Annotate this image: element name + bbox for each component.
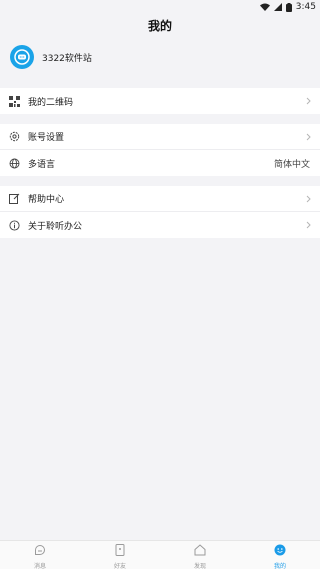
menu-group-help: 帮助中心 关于聆听办公 [0,186,320,238]
bottom-tab-bar: 消息 好友 发现 我的 [0,540,320,569]
menu-item-qrcode[interactable]: 我的二维码 [0,88,320,114]
tab-label: 好友 [113,562,126,569]
globe-icon [8,157,20,169]
info-icon [8,219,20,231]
friends-icon [114,541,126,560]
menu-item-label: 我的二维码 [28,97,74,108]
tab-friends[interactable]: 好友 [80,541,160,569]
tab-me[interactable]: 我的 [240,541,320,569]
status-bar: 3:45 [0,0,320,14]
menu-item-help-center[interactable]: 帮助中心 [0,186,320,212]
menu-group-qrcode: 我的二维码 [0,88,320,114]
tab-discover[interactable]: 发现 [160,541,240,569]
wifi-icon [259,3,270,11]
chevron-right-icon [304,195,312,203]
chevron-right-icon [304,133,312,141]
avatar [10,45,34,69]
qrcode-icon [8,95,20,107]
signal-icon [273,3,282,11]
gear-icon [8,131,20,143]
chevron-right-icon [304,97,312,105]
me-icon [274,541,286,560]
menu-item-language[interactable]: 多语言 简体中文 [0,150,320,176]
battery-icon [285,2,292,12]
page-title: 我的 [147,18,172,33]
tab-label: 发现 [193,562,206,569]
menu-item-label: 多语言 [28,159,56,170]
message-icon [34,541,46,560]
tab-messages[interactable]: 消息 [0,541,80,569]
edit-icon [8,193,20,205]
discover-icon [194,541,206,560]
menu-item-label: 帮助中心 [28,195,65,205]
chevron-right-icon [304,221,312,229]
tab-label: 消息 [33,562,46,569]
menu-item-label: 账号设置 [28,133,65,143]
language-value: 简体中文 [273,159,310,170]
profile-card[interactable]: 3322软件站 [0,36,320,78]
status-time: 3:45 [295,2,316,12]
menu-group-settings: 账号设置 多语言 简体中文 [0,124,320,176]
menu-item-label: 关于聆听办公 [28,221,83,232]
menu-item-about[interactable]: 关于聆听办公 [0,212,320,238]
menu-item-account-settings[interactable]: 账号设置 [0,124,320,150]
profile-name: 3322软件站 [42,53,92,64]
tab-label: 我的 [273,562,286,569]
